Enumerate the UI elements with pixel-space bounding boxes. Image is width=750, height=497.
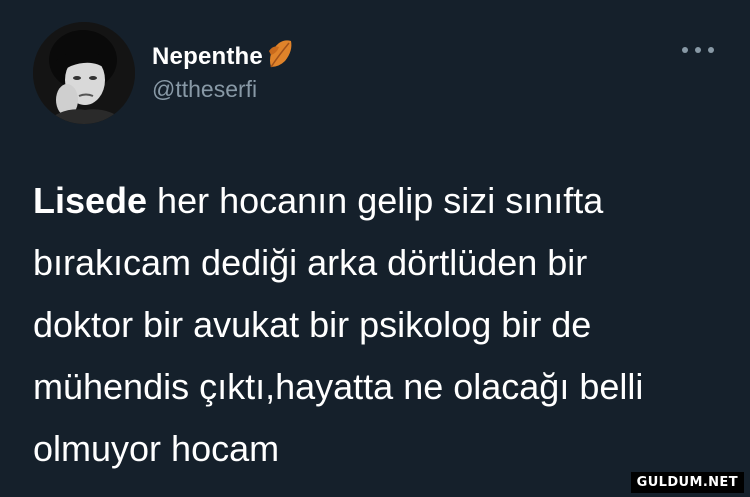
tweet-text-rest: her hocanın gelip sizi sınıfta [147, 180, 604, 221]
tweet-text-rest: mühendis çıktı,hayatta ne olacağı belli [33, 366, 644, 407]
fallen-leaf-icon [265, 37, 295, 71]
tweet-text-line: Lisede her hocanın gelip sizi sınıfta [33, 170, 723, 232]
tweet-text-bold: Lisede [33, 180, 148, 221]
tweet-text: Lisede her hocanın gelip sizi sınıfta bı… [33, 170, 723, 480]
tweet-text-rest: doktor bir avukat bir psikolog bir de [33, 304, 592, 345]
watermark: GULDUM.NET [630, 472, 744, 493]
tweet-text-rest: bırakıcam dediği arka dörtlüden bir [33, 242, 588, 283]
more-dot [708, 47, 714, 53]
display-name[interactable]: Nepenthe [152, 43, 263, 71]
tweet-text-line: bırakıcam dediği arka dörtlüden bir [33, 232, 723, 294]
more-horizontal-icon[interactable] [682, 40, 714, 60]
author-name-row[interactable]: Nepenthe [152, 40, 295, 74]
author-handle[interactable]: @ttheserfi [152, 76, 257, 103]
tweet-text-line: doktor bir avukat bir psikolog bir de [33, 294, 723, 356]
avatar[interactable] [33, 22, 135, 124]
avatar-portrait-icon [33, 22, 135, 124]
tweet-card: Nepenthe @ttheserfi Lisede her hocanın g… [0, 0, 750, 497]
more-dot [695, 47, 701, 53]
tweet-text-line: olmuyor hocam [33, 418, 723, 480]
tweet-text-rest: olmuyor hocam [33, 428, 280, 469]
more-dot [682, 47, 688, 53]
tweet-text-line: mühendis çıktı,hayatta ne olacağı belli [33, 356, 723, 418]
